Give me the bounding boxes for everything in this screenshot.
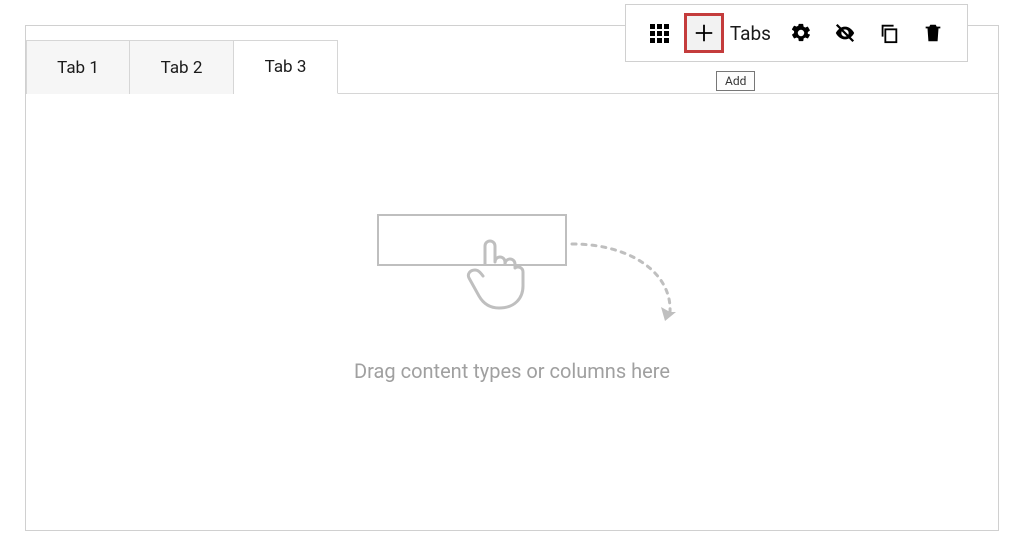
copy-icon <box>878 22 900 44</box>
tab-1[interactable]: Tab 1 <box>26 40 130 94</box>
tab-content-dropzone[interactable]: Drag content types or columns here <box>26 94 998 530</box>
tabs-toolbar: Tabs <box>625 4 968 62</box>
plus-icon <box>693 22 715 44</box>
page-builder-stage: Tabs <box>25 25 999 531</box>
tab-3[interactable]: Tab 3 <box>234 40 338 94</box>
tab-2[interactable]: Tab 2 <box>130 40 234 94</box>
tab-label: Tab 1 <box>57 58 99 78</box>
dropzone-illustration <box>352 214 672 334</box>
tab-label: Tab 2 <box>161 58 203 78</box>
arrow-icon <box>562 234 682 334</box>
tab-label: Tab 3 <box>265 57 307 77</box>
settings-button[interactable] <box>781 13 821 53</box>
add-tab-button[interactable] <box>684 13 724 53</box>
delete-button[interactable] <box>913 13 953 53</box>
gear-icon <box>790 22 812 44</box>
move-handle[interactable] <box>640 13 680 53</box>
dropzone-text: Drag content types or columns here <box>354 359 670 383</box>
add-tooltip: Add <box>716 71 755 91</box>
toolbar-label: Tabs <box>730 22 771 45</box>
trash-icon <box>922 22 944 44</box>
grip-icon <box>650 24 669 43</box>
duplicate-button[interactable] <box>869 13 909 53</box>
hide-button[interactable] <box>825 13 865 53</box>
hand-icon <box>462 234 532 314</box>
eye-slash-icon <box>834 22 856 44</box>
